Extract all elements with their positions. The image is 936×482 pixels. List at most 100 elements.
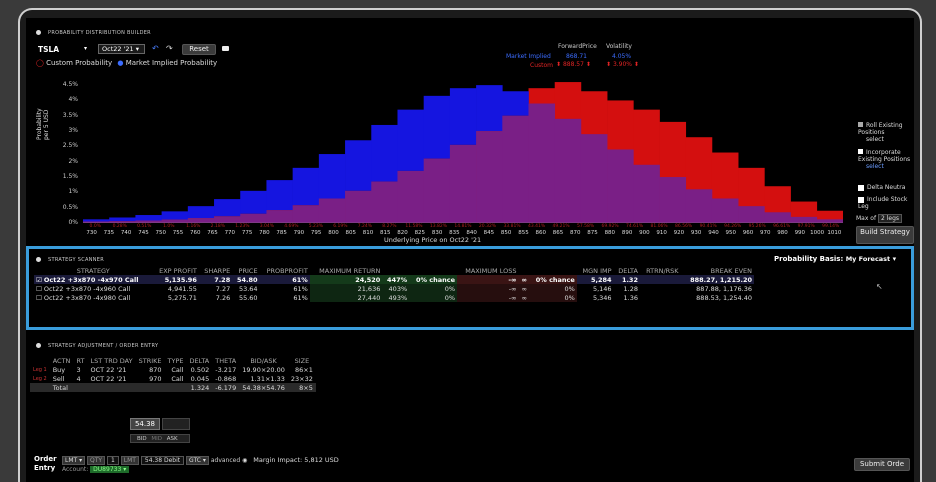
order-type-select[interactable]: LMT ▾ xyxy=(62,456,86,465)
chat-icon[interactable] xyxy=(222,46,229,51)
scanner-column-header[interactable]: BREAK EVEN xyxy=(681,266,754,275)
gear-icon[interactable] xyxy=(36,343,41,348)
leg-row[interactable]: Leg 1 Buy 3 OCT 22 '21 870 Call 0.502 -3.217 19.… xyxy=(30,365,316,374)
bid-mid-ask-bar[interactable]: BID MID ASK xyxy=(130,434,190,443)
price-slider[interactable] xyxy=(162,418,190,430)
gear-icon[interactable] xyxy=(36,257,41,262)
scanner-row[interactable]: ☑ Oct22 +3x870 -4x970 Call 5,135.96 7.28 54.… xyxy=(34,275,754,284)
build-strategy-button[interactable]: Build Strategy xyxy=(856,226,914,244)
market-bar xyxy=(397,109,424,171)
tif-select[interactable]: GTC ▾ xyxy=(186,456,209,465)
mid-label[interactable]: MID xyxy=(151,436,162,442)
market-bar xyxy=(135,215,162,221)
probability-chart[interactable] xyxy=(83,79,843,223)
roll-existing-checkbox[interactable] xyxy=(858,122,863,127)
advanced-toggle-icon[interactable]: ◉ xyxy=(242,457,247,464)
order-label: Order xyxy=(34,455,57,463)
strategy-checkbox[interactable]: ☑ xyxy=(36,276,42,284)
order-type-value: LMT xyxy=(65,457,78,464)
scanner-column-header[interactable]: STRATEGY xyxy=(34,266,152,275)
scanner-column-header[interactable] xyxy=(382,266,409,275)
total-theta: -6.179 xyxy=(215,383,237,392)
scanner-column-header[interactable]: EXP PROFIT xyxy=(152,266,198,275)
scanner-column-header[interactable] xyxy=(518,266,528,275)
max-of-label: Max of xyxy=(856,215,877,222)
overlap-bar xyxy=(711,198,739,223)
undo-icon[interactable]: ↶ xyxy=(152,44,159,53)
include-stock-checkbox[interactable] xyxy=(858,196,864,203)
delta-neutral-option[interactable]: Delta Neutra xyxy=(858,184,905,191)
symbol-label[interactable]: TSLA xyxy=(38,45,59,54)
percent-label: 33.81% xyxy=(503,224,521,229)
leg-cell-size: 86×1 xyxy=(295,365,313,374)
leg-cell-leg: Leg 1 xyxy=(33,366,47,373)
custom-vol-field[interactable]: ⬍ 3.90% ⬍ xyxy=(606,61,639,68)
total-empty xyxy=(87,383,135,392)
incorporate-existing-option[interactable]: Incorporate Existing Positions select xyxy=(858,149,914,170)
probability-basis[interactable]: Probability Basis: My Forecast ▾ xyxy=(774,255,896,263)
total-delta: 1.324 xyxy=(190,383,210,392)
reset-button[interactable]: Reset xyxy=(182,44,216,55)
scanner-cell-exp-profit: 5,275.71 xyxy=(167,293,197,302)
strategy-cell[interactable]: ☑ Oct22 +3x870 -4x970 Call xyxy=(34,275,152,284)
incorporate-checkbox[interactable] xyxy=(858,149,863,154)
legs-column-header: THETA xyxy=(215,356,237,365)
limit-price-input[interactable]: 54.38 Debit xyxy=(140,456,185,465)
overlap-bar xyxy=(685,189,713,223)
scanner-column-header[interactable] xyxy=(409,266,457,275)
leg-cell-actn[interactable]: Sell xyxy=(50,374,74,383)
account-select[interactable]: DU89733 ▾ xyxy=(90,466,130,473)
leg-cell-rt[interactable]: 4 xyxy=(73,374,87,383)
strategy-checkbox[interactable]: ☐ xyxy=(36,285,42,293)
scanner-row[interactable]: ☐ Oct22 +3x870 -4x980 Call 5,275.71 7.26 55.… xyxy=(34,293,754,302)
strategy-checkbox[interactable]: ☐ xyxy=(36,294,42,302)
percent-label: 20.32% xyxy=(478,224,497,229)
overlap-bar xyxy=(345,190,372,223)
strategy-cell[interactable]: ☐ Oct22 +3x870 -4x960 Call xyxy=(34,284,152,293)
gear-icon[interactable] xyxy=(36,30,41,35)
redo-icon[interactable]: ↷ xyxy=(166,44,173,53)
submit-order-button[interactable]: Submit Orde xyxy=(854,458,910,471)
leg-cell-rt[interactable]: 3 xyxy=(73,365,87,374)
scanner-column-header[interactable]: MGN IMP xyxy=(577,266,614,275)
include-stock-label: Include Stock Leg xyxy=(858,196,908,210)
qty-input[interactable]: 1 xyxy=(107,456,119,465)
scanner-cell-price: 54.80 xyxy=(236,275,258,284)
entry-label: Entry xyxy=(34,464,56,472)
scanner-column-header[interactable]: MAXIMUM LOSS xyxy=(457,266,518,275)
scanner-column-header[interactable]: RTRN/RSK xyxy=(640,266,681,275)
advanced-link[interactable]: advanced xyxy=(211,457,240,464)
scanner-column-header[interactable]: SHARPE xyxy=(199,266,232,275)
include-stock-option[interactable]: Include Stock Leg xyxy=(858,196,914,210)
scanner-column-header[interactable]: PROBPROFIT xyxy=(260,266,310,275)
expiry-select[interactable]: Oct22 '21 ▾ xyxy=(98,44,145,54)
bid-label[interactable]: BID xyxy=(137,436,147,442)
scanner-column-header[interactable] xyxy=(529,266,577,275)
market-bar xyxy=(449,88,477,145)
roll-existing-select-link[interactable]: select xyxy=(866,136,884,143)
delta-neutral-checkbox[interactable] xyxy=(858,184,864,191)
y-tick-label: 0.5% xyxy=(62,203,78,211)
ask-label[interactable]: ASK xyxy=(167,436,178,442)
legs-column-header: LST TRD DAY xyxy=(90,356,133,365)
symbol-dropdown-icon[interactable]: ▾ xyxy=(84,45,87,52)
leg-cell-delta: 0.502 xyxy=(190,365,210,374)
scanner-row[interactable]: ☐ Oct22 +3x870 -4x960 Call 4,941.55 7.27 53.… xyxy=(34,284,754,293)
scanner-column-header[interactable]: DELTA xyxy=(614,266,640,275)
leg-cell-actn[interactable]: Buy xyxy=(50,365,74,374)
max-legs-select[interactable]: 2 legs xyxy=(878,214,903,223)
roll-existing-option[interactable]: Roll Existing Positions select xyxy=(858,122,914,143)
custom-forward-field[interactable]: ⬍ 888.57 ⬍ xyxy=(556,61,591,68)
strategy-cell[interactable]: ☐ Oct22 +3x870 -4x980 Call xyxy=(34,293,152,302)
leg-row[interactable]: Leg 2 Sell 4 OCT 22 '21 970 Call 0.045 -0.868 1.… xyxy=(30,374,316,383)
market-bar xyxy=(318,154,346,199)
incorporate-select-link[interactable]: select xyxy=(866,163,884,170)
scanner-column-header[interactable]: MAXIMUM RETURN xyxy=(310,266,383,275)
y-tick-label: 1.5% xyxy=(62,173,78,181)
price-box[interactable]: 54.38 xyxy=(130,418,160,430)
scanner-cell-mgn: 5,346 xyxy=(592,293,612,302)
order-entry-label: Order Entry xyxy=(34,455,57,473)
market-forward: 868.71 xyxy=(566,53,587,60)
scanner-column-header[interactable]: PRICE xyxy=(232,266,259,275)
total-row: Total 1.324 -6.179 54.38×54.76 8×5 xyxy=(30,383,316,392)
